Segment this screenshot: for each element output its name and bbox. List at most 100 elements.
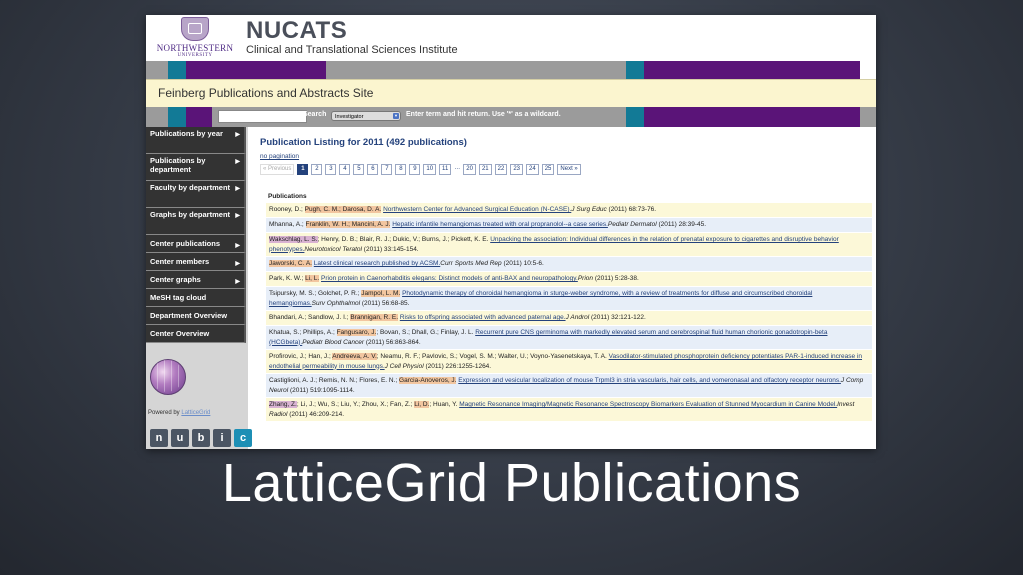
pub-authors: Park, K. W.; (269, 275, 306, 282)
band-purple (644, 107, 860, 127)
publications-heading: Publications (268, 193, 307, 200)
pub-highlighted-author[interactable]: Andreeva, A. V. (332, 353, 377, 360)
band-purple (186, 107, 212, 127)
pub-title-link[interactable]: Northwestern Center for Advanced Surgica… (383, 206, 571, 213)
band-white (860, 61, 876, 79)
page-link[interactable]: 8 (395, 164, 407, 175)
page-link[interactable]: 11 (439, 164, 452, 175)
latticegrid-link[interactable]: LatticeGrid (181, 410, 210, 416)
pagination-ellipsis: … (454, 164, 461, 175)
publication-list: Rooney, D.; Pugh, C. M.; Darosa, D. A. N… (266, 203, 872, 422)
pub-highlighted-author[interactable]: Garcia-Anoveros, J. (399, 377, 457, 384)
page-link[interactable]: 22 (494, 164, 508, 175)
chevron-right-icon: ▶ (235, 159, 240, 165)
publication-row: Tsipursky, M. S.; Golchet, P. R.; Jampol… (266, 287, 872, 311)
pub-highlighted-author[interactable]: Zhang, Z. (269, 401, 297, 408)
sidebar-item-label: Graphs by department (150, 210, 231, 219)
page-link[interactable]: 9 (409, 164, 421, 175)
pub-citation: (2011) 5:28-38. (593, 275, 639, 282)
page-link[interactable]: 7 (381, 164, 393, 175)
pub-journal: Pediatr Blood Cancer (302, 338, 365, 346)
band-teal (168, 107, 186, 127)
pub-highlighted-author[interactable]: Fangusaro, J. (336, 329, 377, 336)
page-link[interactable]: 25 (541, 164, 555, 175)
sidebar-item-label: Publications by year (150, 129, 223, 138)
search-hint: Enter term and hit return. Use '*' as a … (406, 111, 561, 118)
pub-highlighted-author[interactable]: Li, L. (305, 275, 320, 282)
sidebar-item-department-overview[interactable]: Department Overview (146, 307, 246, 325)
pub-authors: Rooney, D.; (269, 206, 305, 213)
search-input[interactable] (218, 110, 307, 123)
page-link[interactable]: 2 (311, 164, 323, 175)
university-seal-icon (181, 17, 209, 41)
sidebar-item-center-members[interactable]: Center members ▶ (146, 253, 246, 271)
pub-highlighted-author[interactable]: Li, D. (414, 401, 430, 408)
sidebar-item-center-publications[interactable]: Center publications ▶ (146, 235, 246, 253)
next-page-button[interactable]: Next » (557, 164, 581, 175)
chevron-right-icon: ▶ (235, 213, 240, 219)
northwestern-logo[interactable]: NORTHWESTERN UNIVERSITY (150, 17, 240, 59)
pub-title-link[interactable]: Hepatic infantile hemangiomas treated wi… (392, 221, 608, 228)
pub-title-link[interactable]: Expression and vesicular localization of… (458, 377, 841, 384)
page-link[interactable]: 10 (423, 164, 437, 175)
pub-highlighted-author[interactable]: Wakschlag, L. S. (269, 236, 318, 243)
site-title: Feinberg Publications and Abstracts Site (158, 86, 374, 100)
brand-subtitle: Clinical and Translational Sciences Inst… (246, 44, 458, 56)
pub-title-link[interactable]: Risks to offspring associated with advan… (400, 314, 566, 321)
pub-journal: Prion (577, 275, 594, 282)
slide-caption: LatticeGrid Publications (221, 453, 802, 513)
sidebar-item-graphs-by-department[interactable]: Graphs by department ▶ (146, 208, 246, 235)
pub-citation: (2011) 46:209-214. (287, 410, 345, 418)
page-link[interactable]: 24 (526, 164, 539, 175)
publication-row: Park, K. W.; Li, L. Prion protein in Cae… (266, 272, 872, 287)
pub-title-link[interactable]: Magnetic Resonance Imaging/Magnetic Reso… (459, 401, 837, 408)
band-purple (644, 61, 860, 79)
pub-authors: Profirovic, J.; Han, J.; (269, 353, 333, 360)
band-purple (186, 61, 326, 79)
page-link[interactable]: 6 (367, 164, 379, 175)
nubic-letter: i (213, 429, 231, 447)
sidebar-item-center-overview[interactable]: Center Overview (146, 325, 246, 343)
page-link[interactable]: 4 (339, 164, 351, 175)
pub-highlighted-author[interactable]: Jampol, L. M. (361, 290, 401, 297)
sidebar-item-publications-by-year[interactable]: Publications by year ▶ (146, 127, 246, 154)
university-sub: UNIVERSITY (177, 53, 213, 58)
page-link[interactable]: 20 (463, 164, 476, 175)
search-type-select[interactable]: Investigator ▼ (331, 111, 401, 121)
latticegrid-globe-icon (150, 359, 186, 395)
page-link[interactable]: 3 (325, 164, 337, 175)
nubic-logo[interactable]: n u b i c (150, 429, 252, 447)
pub-authors: ; Henry, D. B.; Blair, R. J.; Dukic, V.;… (317, 236, 491, 243)
university-name: NORTHWESTERN (156, 43, 234, 53)
pub-highlighted-author[interactable]: Pugh, C. M.; Darosa, D. A. (304, 206, 382, 213)
site-title-bar: Feinberg Publications and Abstracts Site (146, 79, 876, 109)
page-link[interactable]: 23 (510, 164, 524, 175)
sidebar-item-publications-by-department[interactable]: Publications by department ▶ (146, 154, 246, 181)
pub-highlighted-author[interactable]: Brannigan, R. E. (350, 314, 399, 321)
sidebar-item-mesh-tag-cloud[interactable]: MeSH tag cloud (146, 289, 246, 307)
pub-journal: Surv Ophthalmol (311, 299, 361, 307)
page-link[interactable]: 21 (478, 164, 492, 175)
page-link[interactable]: 5 (353, 164, 365, 175)
pub-title-link[interactable]: Latest clinical research published by AC… (314, 260, 440, 267)
pub-authors: Castiglioni, A. J.; Remis, N. N.; Flores… (269, 377, 400, 384)
search-label: Search (303, 111, 327, 118)
publication-row: Profirovic, J.; Han, J.; Andreeva, A. V.… (266, 350, 872, 374)
sidebar-item-center-graphs[interactable]: Center graphs ▶ (146, 271, 246, 289)
sidebar-item-label: Department Overview (150, 311, 228, 320)
pub-highlighted-author[interactable]: Franklin, W. H.; Mancini, A. J. (305, 221, 391, 228)
pub-highlighted-author[interactable]: Jaworski, C. A. (269, 260, 312, 267)
publication-row: Bhandari, A.; Sandlow, J. I.; Brannigan,… (266, 311, 872, 326)
previous-page-button: « Previous (260, 164, 295, 175)
sidebar-item-label: Center members (150, 257, 210, 266)
pub-journal: Curr Sports Med Rep (440, 260, 502, 267)
pub-authors: ; Neamu, R. F.; Pavlovic, S.; Vogel, S. … (376, 353, 609, 360)
pub-journal: J Cell Physiol (384, 362, 424, 370)
pub-authors: Mhanna, A.; (269, 221, 306, 228)
no-pagination-link[interactable]: no pagination (260, 153, 299, 160)
sidebar-item-faculty-by-department[interactable]: Faculty by department ▶ (146, 181, 246, 208)
nucats-brand[interactable]: NUCATS Clinical and Translational Scienc… (246, 18, 458, 57)
band-teal (626, 61, 644, 79)
page-link: 1 (297, 164, 309, 175)
pub-title-link[interactable]: Prion protein in Caenorhabditis elegans:… (321, 275, 578, 282)
